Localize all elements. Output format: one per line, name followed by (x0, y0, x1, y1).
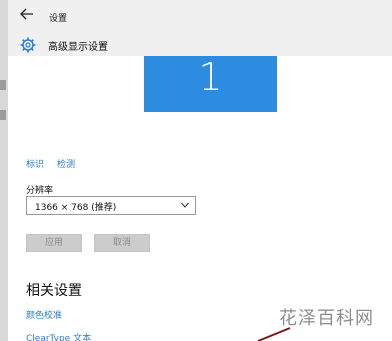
chevron-down-icon (181, 202, 189, 208)
window-title: 设置 (49, 14, 68, 24)
back-arrow-icon[interactable] (20, 8, 34, 20)
gear-icon (20, 37, 36, 53)
settings-window: 设置 高级显示设置 1 标识 检测 分辨率 1366 × 768 (推荐) 应用… (0, 0, 392, 341)
color-calibration-link[interactable]: 颜色校准 (26, 308, 62, 321)
resolution-value: 1366 × 768 (推荐) (35, 203, 117, 213)
related-settings-title: 相关设置 (26, 283, 82, 299)
page-header: 高级显示设置 (8, 34, 392, 56)
detect-link[interactable]: 检测 (57, 157, 75, 170)
resolution-label: 分辨率 (26, 186, 54, 196)
cleartype-link[interactable]: ClearType 文本 (26, 331, 91, 341)
monitor-tile[interactable]: 1 (144, 56, 277, 112)
apply-button[interactable]: 应用 (26, 234, 82, 252)
desktop-marker (0, 110, 6, 120)
page-title: 高级显示设置 (48, 42, 108, 53)
desktop-strip (0, 0, 8, 341)
desktop-marker (0, 80, 6, 90)
cancel-button[interactable]: 取消 (94, 234, 150, 252)
identify-link[interactable]: 标识 (26, 157, 44, 170)
title-bar: 设置 (8, 0, 392, 34)
watermark-text: 花泽百科网 (279, 308, 374, 329)
monitor-number: 1 (198, 55, 223, 99)
resolution-dropdown[interactable]: 1366 × 768 (推荐) (26, 196, 196, 215)
